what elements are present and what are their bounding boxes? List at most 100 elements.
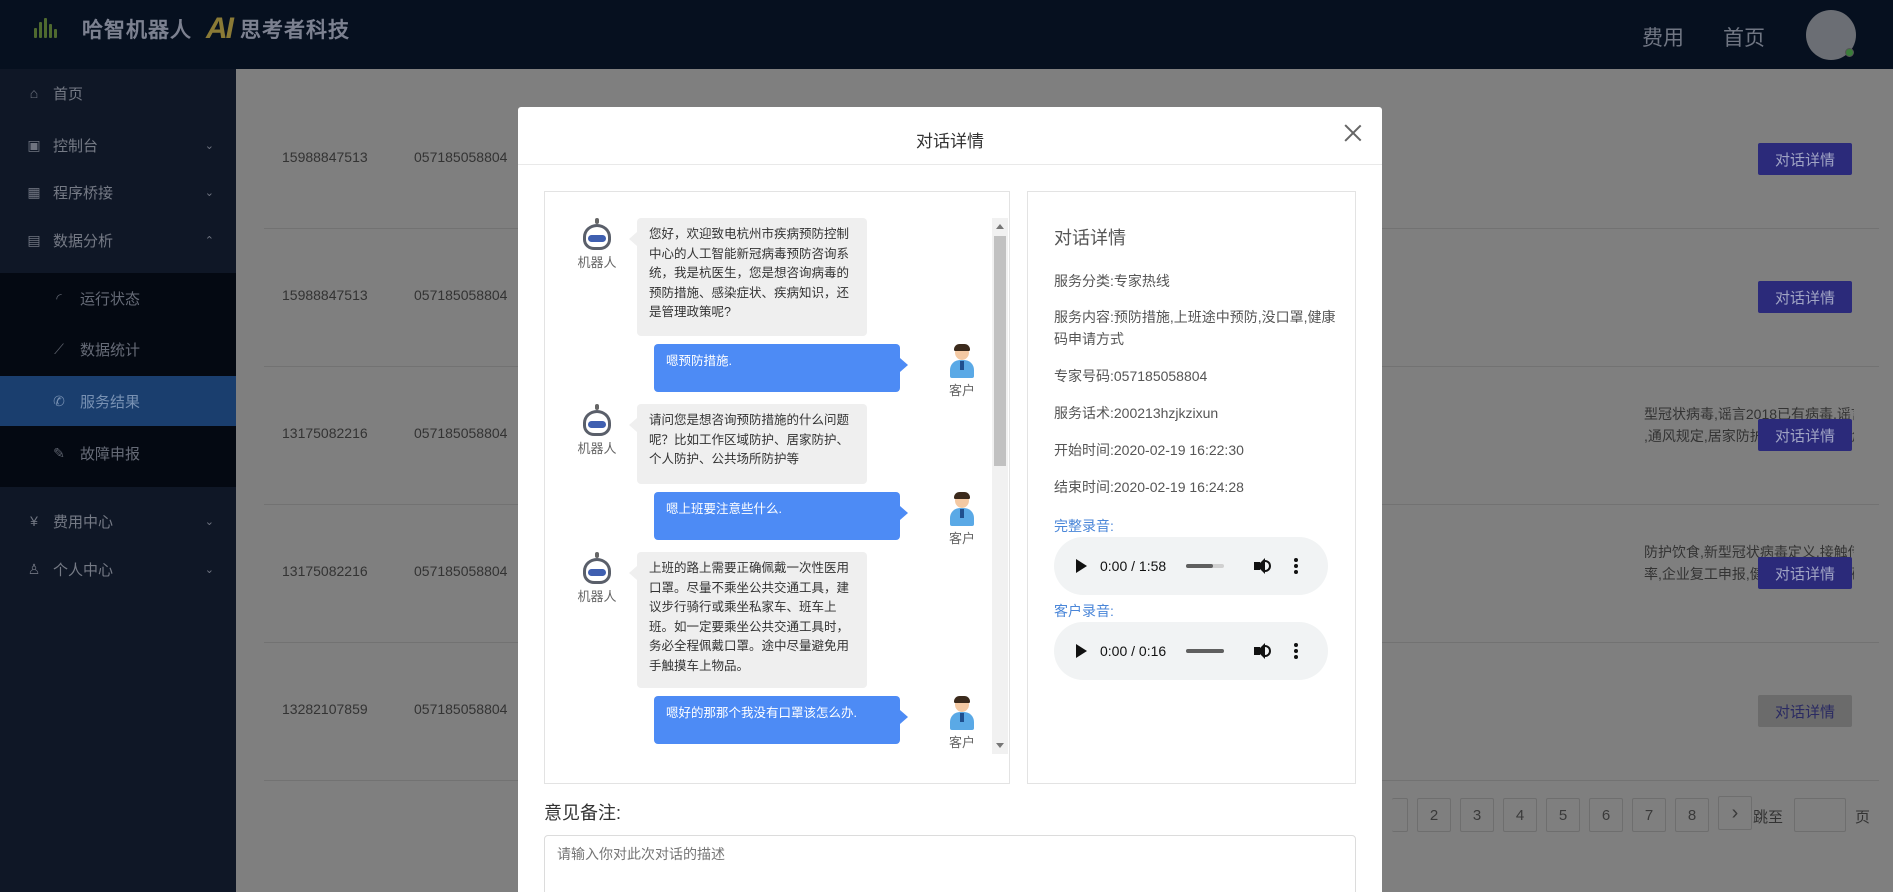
sidebar-item-fee-center[interactable]: ¥ 费用中心 ⌄	[0, 497, 236, 545]
customer-audio-label: 客户录音:	[1054, 603, 1114, 619]
sidebar-item-label: 费用中心	[53, 513, 114, 531]
expert-number: 057185058804	[414, 287, 508, 303]
pagination-page[interactable]: 8	[1675, 798, 1709, 832]
audio-progress-slider[interactable]	[1186, 649, 1224, 653]
chat-scroll-area[interactable]: 机器人 您好，欢迎致电杭州市疾病预防控制中心的人工智能新冠病毒预防咨询系统，我是…	[545, 192, 1009, 783]
scrollbar-thumb[interactable]	[994, 236, 1006, 466]
dialog-detail-button[interactable]: 对话详情	[1758, 557, 1852, 589]
volume-icon[interactable]	[1254, 558, 1271, 574]
service-category: 服务分类:专家热线	[1054, 273, 1170, 289]
service-content: 服务内容:预防措施,上班途中预防,没口罩,健康码申请方式	[1054, 309, 1336, 347]
nav-home-link[interactable]: 首页	[1723, 22, 1765, 52]
more-options-icon[interactable]	[1294, 643, 1298, 659]
more-options-icon[interactable]	[1294, 558, 1298, 574]
dialog-detail-button[interactable]: 对话详情	[1758, 281, 1852, 313]
pagination-page[interactable]: 2	[1417, 798, 1451, 832]
console-icon: ▣	[27, 136, 41, 153]
sidebar-submenu: ◜ 运行状态 ⟋ 数据统计 ✆ 服务结果 ✎ 故障申报	[0, 273, 236, 487]
expert-number: 专家号码:057185058804	[1054, 368, 1208, 384]
sidebar-subitem-run-status[interactable]: ◜ 运行状态	[0, 273, 236, 323]
sidebar-item-console[interactable]: ▣ 控制台 ⌄	[0, 121, 236, 169]
jump-page-input[interactable]	[1794, 798, 1846, 832]
customer-icon	[948, 696, 976, 732]
sidebar-item-home[interactable]: ⌂ 首页	[0, 69, 236, 117]
brand: 哈智机器人 AI 思考者科技	[30, 12, 350, 46]
nav-fee-link[interactable]: 费用	[1642, 22, 1684, 52]
play-icon[interactable]	[1076, 559, 1087, 573]
sidebar-item-label: 程序桥接	[53, 184, 114, 202]
chevron-down-icon: ⌄	[204, 186, 214, 199]
scroll-up-icon[interactable]	[996, 224, 1004, 229]
bot-name: 机器人	[577, 255, 617, 270]
scroll-down-icon[interactable]	[996, 743, 1004, 748]
pagination-page[interactable]: 6	[1589, 798, 1623, 832]
user-avatar[interactable]	[1806, 10, 1856, 60]
dialog-detail-button[interactable]: 对话详情	[1758, 695, 1852, 727]
modal-title: 对话详情	[916, 132, 984, 151]
chart-line-icon: ⟋	[54, 340, 64, 357]
top-bar: 哈智机器人 AI 思考者科技 费用 首页	[0, 0, 1893, 69]
service-script: 服务话术:200213hzjkzixun	[1054, 405, 1219, 421]
dialog-info-panel: 对话详情 服务分类:专家热线 服务内容:预防措施,上班途中预防,没口罩,健康码申…	[1027, 191, 1356, 784]
audio-progress-slider[interactable]	[1186, 564, 1224, 568]
pagination-page[interactable]: 3	[1460, 798, 1494, 832]
expert-number: 057185058804	[414, 149, 508, 165]
brand-ai-logo: AI	[206, 12, 234, 45]
remark-input[interactable]	[544, 835, 1356, 892]
jump-label: 跳至	[1753, 809, 1784, 826]
customer-phone: 13175082216	[282, 563, 368, 579]
chevron-down-icon: ⌄	[204, 139, 214, 152]
sidebar-subitem-label: 故障申报	[80, 445, 141, 463]
chat-scrollbar[interactable]	[992, 218, 1008, 754]
customer-name: 客户	[948, 531, 975, 546]
dialog-detail-button[interactable]: 对话详情	[1758, 419, 1852, 451]
brand-name: 哈智机器人	[82, 19, 192, 42]
bot-avatar: 机器人	[567, 552, 627, 605]
user-icon: ♙	[27, 560, 41, 577]
close-icon[interactable]	[1344, 124, 1362, 142]
pagination-page[interactable]: 7	[1632, 798, 1666, 832]
play-icon[interactable]	[1076, 644, 1087, 658]
sidebar-subitem-statistics[interactable]: ⟋ 数据统计	[0, 324, 236, 374]
logo-icon	[30, 14, 60, 44]
pagination-page[interactable]: 4	[1503, 798, 1537, 832]
pagination-page[interactable]: 5	[1546, 798, 1580, 832]
start-time: 开始时间:2020-02-19 16:22:30	[1054, 442, 1244, 458]
bot-message: 上班的路上需要正确佩戴一次性医用口罩。尽量不乘坐公共交通工具，建议步行骑行或乘坐…	[629, 552, 867, 688]
volume-icon[interactable]	[1254, 643, 1271, 659]
sidebar-subitem-service-result[interactable]: ✆ 服务结果	[0, 376, 236, 426]
customer-icon	[948, 344, 976, 380]
full-audio-player: 0:00 / 1:58	[1054, 537, 1328, 595]
bridge-icon: ▦	[27, 183, 41, 200]
sidebar-item-personal-center[interactable]: ♙ 个人中心 ⌄	[0, 545, 236, 593]
customer-phone: 13282107859	[282, 701, 368, 717]
page-suffix: 页	[1855, 809, 1871, 826]
brand-company: 思考者科技	[240, 19, 350, 42]
bot-avatar: 机器人	[567, 218, 627, 271]
bot-avatar: 机器人	[567, 404, 627, 457]
chevron-down-icon: ⌄	[204, 515, 214, 528]
sidebar-subitem-label: 服务结果	[80, 393, 141, 411]
user-message: 嗯好的那那个我没有口罩该怎么办.	[654, 696, 908, 744]
sidebar-item-bridge[interactable]: ▦ 程序桥接 ⌄	[0, 168, 236, 216]
sidebar-item-label: 控制台	[53, 137, 99, 155]
phone-icon: ✆	[53, 392, 65, 409]
customer-avatar: 客户	[937, 696, 987, 751]
expert-number: 057185058804	[414, 563, 508, 579]
dialog-detail-button[interactable]: 对话详情	[1758, 143, 1852, 175]
chat-transcript[interactable]: 机器人 您好，欢迎致电杭州市疾病预防控制中心的人工智能新冠病毒预防咨询系统，我是…	[544, 191, 1010, 784]
customer-phone: 15988847513	[282, 287, 368, 303]
pagination-current-page[interactable]	[1392, 798, 1408, 832]
full-audio-label: 完整录音:	[1054, 518, 1114, 534]
user-message: 嗯预防措施.	[654, 344, 908, 392]
pagination-next-icon[interactable]: ›	[1718, 796, 1752, 830]
bot-message: 您好，欢迎致电杭州市疾病预防控制中心的人工智能新冠病毒预防咨询系统，我是杭医生，…	[629, 218, 867, 336]
end-time: 结束时间:2020-02-19 16:24:28	[1054, 479, 1244, 495]
audio-time: 0:00 / 0:16	[1100, 643, 1167, 659]
sidebar-subitem-fault-report[interactable]: ✎ 故障申报	[0, 428, 236, 478]
yen-icon: ¥	[30, 513, 38, 529]
sidebar-item-data-analysis[interactable]: ▤ 数据分析 ⌃	[0, 216, 236, 264]
customer-icon	[948, 492, 976, 528]
modal-header: 对话详情	[518, 107, 1382, 165]
sidebar-item-label: 个人中心	[53, 561, 114, 579]
